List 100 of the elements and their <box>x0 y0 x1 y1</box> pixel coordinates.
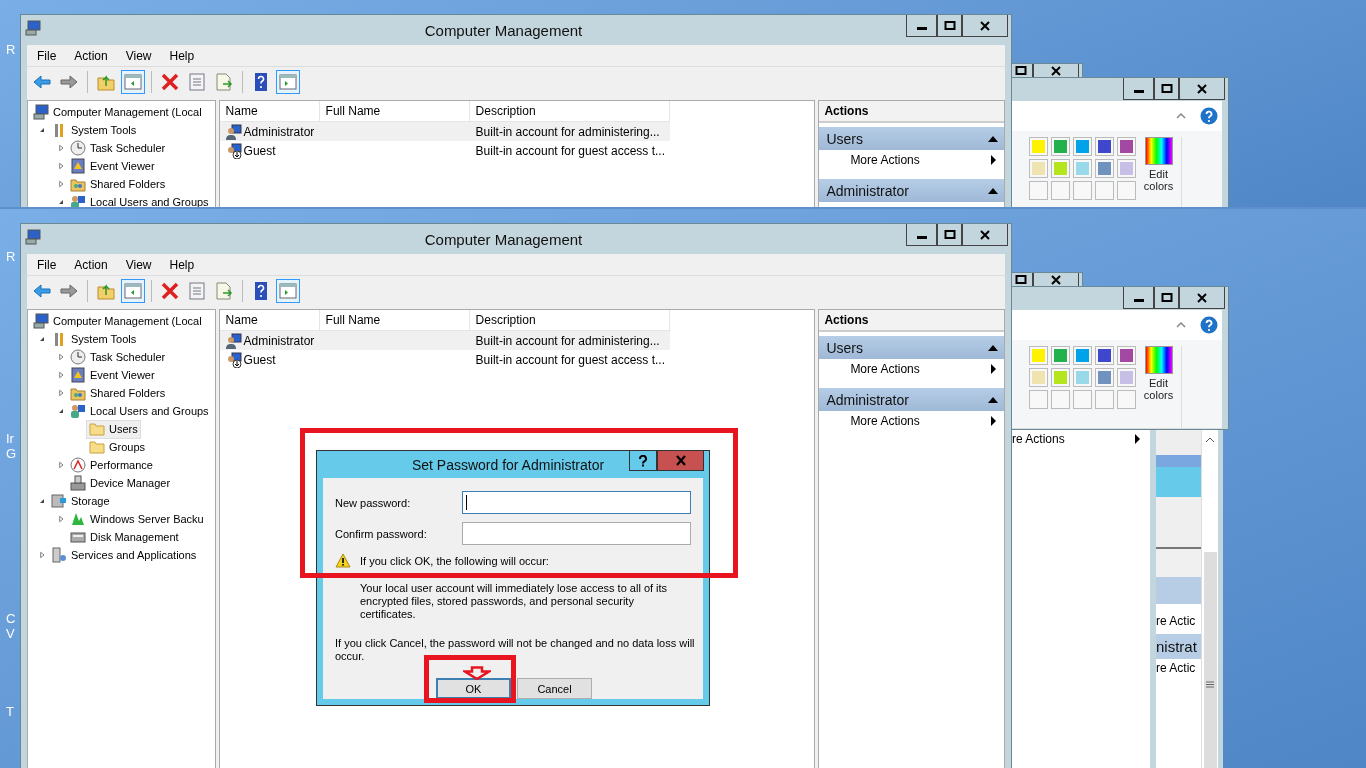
expand-toggle[interactable] <box>57 353 65 361</box>
password-field[interactable] <box>462 491 691 514</box>
column-header[interactable]: Description <box>469 310 670 330</box>
tree-item[interactable]: Performance <box>67 455 156 475</box>
menu-item[interactable]: More Actions <box>819 150 1004 170</box>
scroll-up-icon[interactable] <box>1205 436 1215 444</box>
collapse-toggle[interactable] <box>57 198 65 206</box>
minimize-button[interactable] <box>1123 287 1154 309</box>
menu-item[interactable]: Action <box>64 48 116 63</box>
close-button[interactable] <box>1033 64 1079 78</box>
tree-item[interactable]: Computer Management (Local <box>30 102 205 122</box>
empty-swatch[interactable] <box>1029 181 1048 200</box>
dialog-button[interactable]: Cancel <box>517 678 592 699</box>
maximize-button[interactable] <box>937 15 962 37</box>
empty-swatch[interactable] <box>1051 390 1070 409</box>
expand-toggle[interactable] <box>57 389 65 397</box>
toolbar-button[interactable] <box>276 279 300 303</box>
menu-item[interactable]: View <box>115 48 160 63</box>
password-field[interactable] <box>462 522 691 545</box>
minimize-button[interactable] <box>906 15 937 37</box>
column-header[interactable]: Name <box>219 310 320 330</box>
empty-swatch[interactable] <box>1051 181 1070 200</box>
expand-toggle[interactable] <box>57 461 65 469</box>
collapse-toggle[interactable] <box>38 335 46 343</box>
edit-colors-button[interactable]: Edit colors <box>1144 346 1182 428</box>
toolbar-button[interactable] <box>121 279 145 303</box>
tree-item[interactable]: Event Viewer <box>67 156 158 176</box>
empty-swatch[interactable] <box>1073 181 1092 200</box>
list-row[interactable]: Guest Built-in account for guest access t... <box>219 141 670 160</box>
empty-swatch[interactable] <box>1095 181 1114 200</box>
menu-item[interactable]: View <box>115 257 160 272</box>
empty-swatch[interactable] <box>1029 390 1048 409</box>
menu-item[interactable]: Help <box>159 48 203 63</box>
tree-item[interactable]: Local Users and Groups <box>67 401 212 421</box>
expand-toggle[interactable] <box>57 162 65 170</box>
menu-item[interactable]: re Actions <box>1012 430 1150 448</box>
minimize-button[interactable] <box>1123 78 1154 100</box>
tree-item[interactable]: Disk Management <box>67 527 182 547</box>
group-header[interactable]: Administrator <box>819 179 1004 202</box>
scroll-thumb[interactable] <box>1203 552 1217 768</box>
collapse-toggle[interactable] <box>38 126 46 134</box>
menu-item[interactable]: File <box>27 48 65 63</box>
group-header[interactable]: Users <box>819 127 1004 150</box>
menu-item[interactable]: More Actions <box>819 411 1004 431</box>
group-header[interactable]: nistrat <box>1156 634 1201 659</box>
tree-item[interactable]: Shared Folders <box>67 174 169 194</box>
collapse-toggle[interactable] <box>57 407 65 415</box>
scrollbar[interactable] <box>1201 430 1218 768</box>
help-icon[interactable] <box>1200 316 1218 334</box>
close-button[interactable] <box>1033 273 1079 287</box>
tree-item[interactable]: Shared Folders <box>67 383 169 403</box>
menu-item[interactable]: More Actions <box>819 359 1004 379</box>
empty-swatch[interactable] <box>1095 390 1114 409</box>
close-button[interactable] <box>1179 287 1225 309</box>
tree-item[interactable]: System Tools <box>48 329 140 349</box>
menu-item[interactable]: File <box>27 257 65 272</box>
group-header[interactable]: Administrator <box>819 388 1004 411</box>
tree-item[interactable]: Users <box>86 419 141 439</box>
list-row[interactable]: Administrator Built-in account for administering... <box>219 122 670 141</box>
toolbar-button[interactable] <box>121 70 145 94</box>
empty-swatch[interactable] <box>1073 390 1092 409</box>
collapse-toggle[interactable] <box>38 497 46 505</box>
maximize-button[interactable] <box>1154 78 1179 100</box>
empty-swatch[interactable] <box>1117 390 1136 409</box>
toolbar-button[interactable] <box>276 70 300 94</box>
column-header[interactable]: Description <box>469 101 670 121</box>
close-button[interactable] <box>1179 78 1225 100</box>
empty-swatch[interactable] <box>1117 181 1136 200</box>
tree-item[interactable]: Event Viewer <box>67 365 158 385</box>
menu-item[interactable]: Help <box>159 257 203 272</box>
close-button[interactable] <box>962 224 1008 246</box>
list-row[interactable]: Guest Built-in account for guest access t... <box>219 350 670 369</box>
column-header[interactable]: Full Name <box>319 101 470 121</box>
expand-toggle[interactable] <box>57 144 65 152</box>
minimize-button[interactable] <box>906 224 937 246</box>
column-header[interactable]: Name <box>219 101 320 121</box>
tree-item[interactable]: Services and Applications <box>48 545 200 565</box>
expand-toggle[interactable] <box>38 551 46 559</box>
menu-item[interactable]: re Actic <box>1156 612 1201 630</box>
dialog-button[interactable]: OK <box>436 678 511 699</box>
column-header[interactable]: Full Name <box>319 310 470 330</box>
list-row[interactable]: Administrator Built-in account for administering... <box>219 331 670 350</box>
tree-item[interactable]: Task Scheduler <box>67 138 169 158</box>
group-header[interactable]: Users <box>819 336 1004 359</box>
expand-toggle[interactable] <box>57 180 65 188</box>
tree-item[interactable]: Storage <box>48 491 113 511</box>
tree-item[interactable]: Computer Management (Local <box>30 311 205 331</box>
menu-item[interactable]: Action <box>64 257 116 272</box>
help-button[interactable] <box>629 451 657 471</box>
tree-item[interactable]: Groups <box>86 437 149 457</box>
chevron-up-icon[interactable] <box>1176 113 1186 119</box>
maximize-button[interactable] <box>1154 287 1179 309</box>
tree-item[interactable]: Device Manager <box>67 473 174 493</box>
maximize-button[interactable] <box>937 224 962 246</box>
expand-toggle[interactable] <box>57 515 65 523</box>
menu-item[interactable]: re Actic <box>1156 659 1201 677</box>
close-button[interactable] <box>962 15 1008 37</box>
tree-item[interactable]: Task Scheduler <box>67 347 169 367</box>
help-icon[interactable] <box>1200 107 1218 125</box>
tree-item[interactable]: Windows Server Backu <box>67 509 207 529</box>
